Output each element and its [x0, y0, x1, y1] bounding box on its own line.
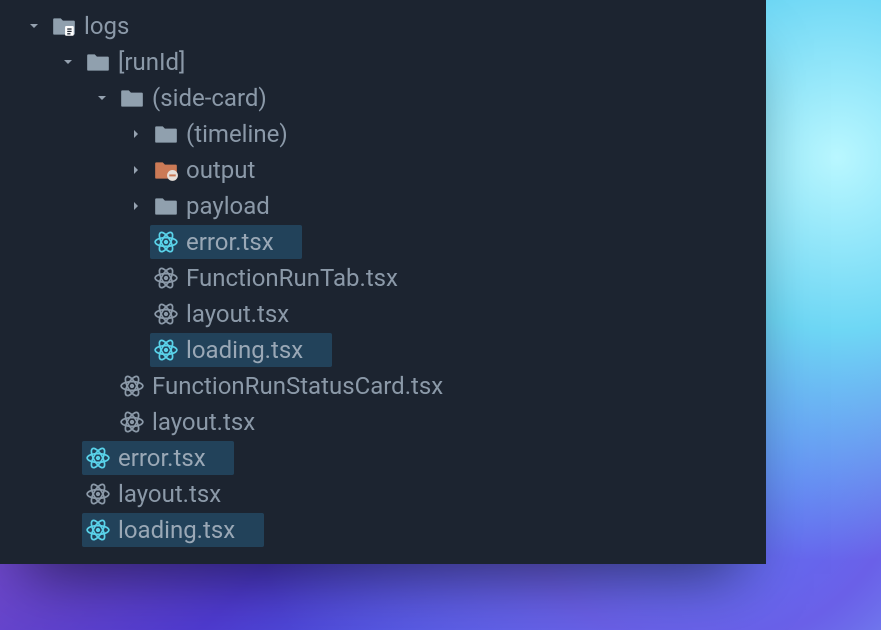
react-icon — [84, 480, 112, 508]
file-tree: logs [runId] (side-card) — [0, 0, 766, 558]
react-icon — [118, 408, 146, 436]
tree-label: (timeline) — [186, 122, 288, 146]
tree-label: error.tsx — [186, 230, 274, 254]
react-icon — [152, 264, 180, 292]
tree-label: FunctionRunTab.tsx — [186, 266, 398, 290]
tree-file-sidecard-loading[interactable]: loading.tsx — [0, 332, 766, 368]
react-icon — [118, 372, 146, 400]
folder-icon — [152, 192, 180, 220]
react-icon — [152, 228, 180, 256]
folder-icon — [118, 84, 146, 112]
tree-folder-logs[interactable]: logs — [0, 8, 766, 44]
tree-folder-payload[interactable]: payload — [0, 188, 766, 224]
chevron-down-icon — [92, 88, 112, 108]
react-icon — [152, 336, 180, 364]
folder-logs-icon — [50, 12, 78, 40]
tree-folder-timeline[interactable]: (timeline) — [0, 116, 766, 152]
tree-label: loading.tsx — [118, 518, 235, 542]
tree-label: error.tsx — [118, 446, 206, 470]
tree-label: [runId] — [118, 50, 185, 74]
react-icon — [152, 300, 180, 328]
react-icon — [84, 444, 112, 472]
tree-file-function-run-status-card[interactable]: FunctionRunStatusCard.tsx — [0, 368, 766, 404]
tree-file-logs-error[interactable]: error.tsx — [0, 440, 766, 476]
tree-file-logs-layout[interactable]: layout.tsx — [0, 476, 766, 512]
tree-folder-output[interactable]: output — [0, 152, 766, 188]
folder-output-icon — [152, 156, 180, 184]
tree-label: layout.tsx — [152, 410, 255, 434]
chevron-right-icon — [126, 160, 146, 180]
tree-label: layout.tsx — [186, 302, 289, 326]
chevron-down-icon — [58, 52, 78, 72]
file-explorer-panel: logs [runId] (side-card) — [0, 0, 766, 564]
react-icon — [84, 516, 112, 544]
tree-label: FunctionRunStatusCard.tsx — [152, 374, 443, 398]
chevron-right-icon — [126, 124, 146, 144]
tree-label: layout.tsx — [118, 482, 221, 506]
tree-file-sidecard-error[interactable]: error.tsx — [0, 224, 766, 260]
chevron-right-icon — [126, 196, 146, 216]
tree-label: (side-card) — [152, 86, 267, 110]
tree-label: payload — [186, 194, 270, 218]
tree-label: logs — [84, 14, 129, 38]
tree-file-function-run-tab[interactable]: FunctionRunTab.tsx — [0, 260, 766, 296]
tree-folder-runid[interactable]: [runId] — [0, 44, 766, 80]
tree-folder-side-card[interactable]: (side-card) — [0, 80, 766, 116]
chevron-down-icon — [24, 16, 44, 36]
tree-label: output — [186, 158, 255, 182]
folder-icon — [84, 48, 112, 76]
tree-label: loading.tsx — [186, 338, 303, 362]
tree-file-runid-layout[interactable]: layout.tsx — [0, 404, 766, 440]
folder-icon — [152, 120, 180, 148]
tree-file-sidecard-layout[interactable]: layout.tsx — [0, 296, 766, 332]
tree-file-logs-loading[interactable]: loading.tsx — [0, 512, 766, 548]
